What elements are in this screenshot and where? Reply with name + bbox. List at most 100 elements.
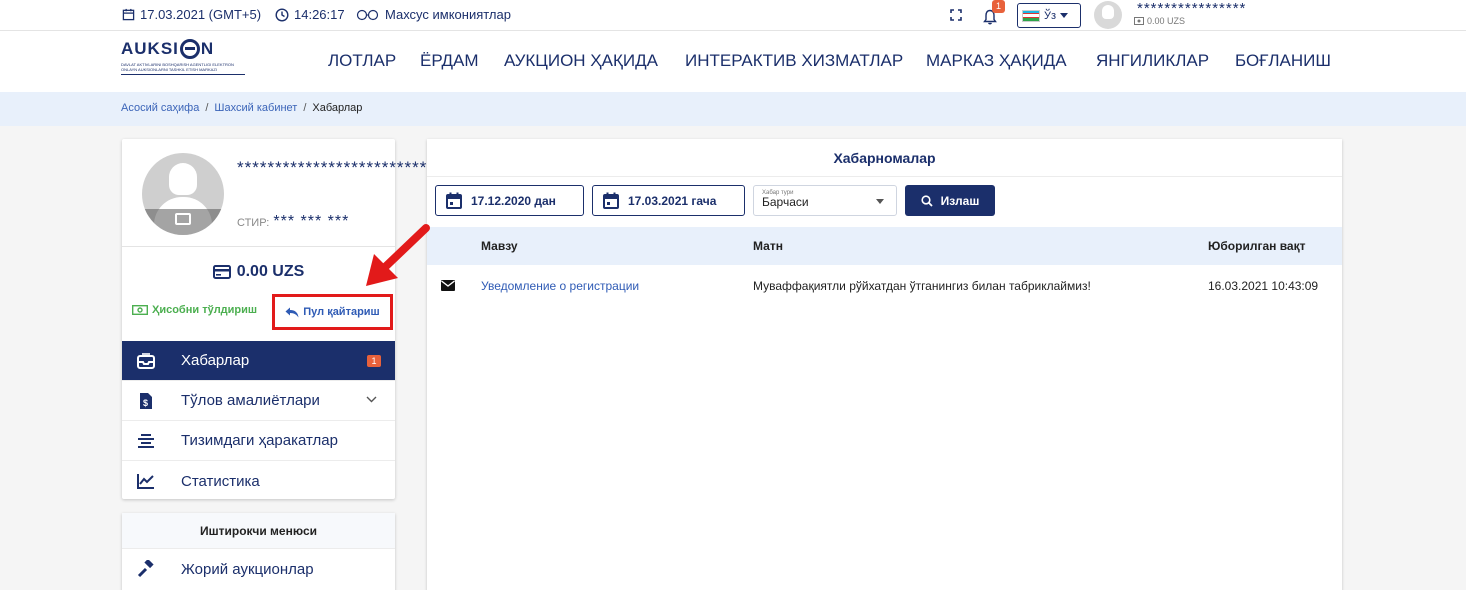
logo-text-right: N (200, 39, 215, 58)
notifications-panel: Хабарномалар 17.12.2020 дан 17.03.2021 г… (427, 139, 1342, 590)
balance-value: 0.00 UZS (236, 263, 305, 280)
credit-card-icon (212, 265, 231, 279)
search-label: Излаш (940, 193, 980, 208)
caret-down-icon (876, 199, 884, 204)
menu-item-label: Тўлов амалиётлари (181, 392, 320, 409)
invoice-icon: $ (136, 391, 156, 411)
notification-badge: 1 (992, 0, 1005, 13)
chevron-down-icon (366, 396, 377, 403)
menu-item-statistics[interactable]: Статистика (122, 461, 395, 501)
date-to-value: 17.03.2021 гача (628, 193, 717, 208)
inbox-icon (136, 351, 156, 371)
column-sent-time: Юборилган вақт (1208, 239, 1306, 253)
main-navbar: AUKSI N DAVLAT AKTIVLARINI BOSHQARISH AG… (0, 31, 1466, 92)
menu-item-label: Жорий аукционлар (181, 560, 314, 578)
search-button[interactable]: Излаш (905, 185, 995, 216)
current-time: 14:26:17 (294, 7, 345, 22)
chart-icon (136, 471, 156, 491)
stir-label: СТИР: (237, 217, 270, 229)
svg-text:$: $ (143, 398, 148, 408)
chevron-down-icon (1060, 13, 1069, 18)
calendar-icon (122, 8, 135, 21)
user-balance-value: 0.00 UZS (1147, 16, 1186, 26)
stir-value: *** *** *** (273, 213, 350, 230)
menu-item-payments[interactable]: $ Тўлов амалиётлари (122, 381, 395, 421)
cabinet-menu: Хабарлар 1 $ Тўлов амалиётлари Тизимдаги… (122, 341, 395, 501)
nav-about-auction[interactable]: АУКЦИОН ҲАҚИДА (504, 51, 658, 71)
avatar[interactable] (1094, 1, 1122, 29)
table-row[interactable]: Уведомление о регистрации Муваффақиятли … (427, 265, 1342, 305)
breadcrumb-current: Хабарлар (312, 102, 363, 114)
date-from-picker[interactable]: 17.12.2020 дан (435, 185, 584, 216)
row-subject[interactable]: Уведомление о регистрации (481, 279, 639, 293)
user-name[interactable]: **************** (1137, 0, 1246, 17)
glasses-icon (356, 9, 379, 20)
column-subject: Мавзу (481, 239, 518, 253)
cash-icon (132, 305, 148, 315)
clock-icon (275, 7, 289, 22)
envelope-icon (441, 280, 455, 294)
date-to-picker[interactable]: 17.03.2021 гача (592, 185, 745, 216)
date-from-value: 17.12.2020 дан (471, 193, 556, 208)
panel-title: Хабарномалар (427, 139, 1342, 177)
menu-item-system-actions[interactable]: Тизимдаги ҳаракатлар (122, 421, 395, 461)
date-display: 17.03.2021 (GMT+5) (122, 7, 261, 22)
current-date: 17.03.2021 (GMT+5) (140, 7, 262, 22)
breadcrumb-home[interactable]: Асосий саҳифа (121, 102, 199, 114)
profile-card: ************************************* СТ… (122, 139, 519, 501)
logo-text-left: AUKSI (121, 39, 179, 58)
refund-button[interactable]: Пул қайтариш (272, 294, 393, 330)
logo-wordmark: AUKSI N (121, 39, 245, 59)
nav-interactive-services[interactable]: ИНТЕРАКТИВ ХИЗМАТЛАР (685, 51, 903, 71)
table-header: Мавзу Матн Юборилган вақт (427, 227, 1342, 265)
top-bar: 17.03.2021 (GMT+5) 14:26:17 Махсус имкон… (0, 0, 1466, 31)
wallet-icon (1134, 17, 1144, 25)
divider (122, 246, 395, 247)
breadcrumb-separator: / (205, 102, 209, 114)
nav-lots[interactable]: ЛОТЛАР (328, 51, 396, 71)
refund-label: Пул қайтариш (303, 306, 380, 318)
site-logo[interactable]: AUKSI N DAVLAT AKTIVLARINI BOSHQARISH AG… (121, 39, 245, 85)
fill-account-button[interactable]: Ҳисобни тўлдириш (132, 304, 257, 316)
calendar-icon (446, 192, 462, 209)
list-icon (136, 431, 156, 451)
breadcrumb-separator: / (303, 102, 307, 114)
nav-about-center[interactable]: МАРКАЗ ҲАҚИДА (926, 51, 1067, 71)
profile-avatar[interactable] (142, 153, 224, 235)
fill-account-label: Ҳисобни тўлдириш (152, 304, 258, 316)
nav-help[interactable]: ЁРДАМ (420, 51, 479, 71)
menu-item-messages[interactable]: Хабарлар 1 (122, 341, 395, 381)
messages-badge: 1 (367, 355, 381, 367)
logo-emblem-icon (179, 39, 200, 59)
calendar-icon (603, 192, 619, 209)
participant-menu-title: Иштирокчи менюси (122, 513, 395, 549)
profile-stir: СТИР: *** *** *** (237, 213, 349, 231)
column-text: Матн (753, 239, 783, 253)
nav-contact[interactable]: БОҒЛАНИШ (1235, 51, 1331, 71)
menu-item-label: Тизимдаги ҳаракатлар (181, 432, 338, 449)
profile-name: ************************************* (237, 158, 519, 177)
logo-underline (121, 74, 245, 75)
avatar-head (169, 163, 197, 195)
menu-item-label: Статистика (181, 472, 260, 490)
breadcrumb: Асосий саҳифа / Шахсий кабинет / Хабарлар (0, 92, 1466, 126)
accessibility-link[interactable]: Махсус имкониятлар (356, 7, 511, 22)
menu-item-label: Хабарлар (181, 352, 250, 369)
row-text: Муваффақиятли рўйхатдан ўтганингиз билан… (753, 279, 1091, 293)
logo-subtitle: DAVLAT AKTIVLARINI BOSHQARISH AGENTLIGI … (121, 62, 234, 72)
message-type-select[interactable]: Хабар тури Барчаси (753, 185, 897, 216)
time-display: 14:26:17 (275, 7, 345, 22)
gavel-icon (136, 559, 156, 579)
breadcrumb-cabinet[interactable]: Шахсий кабинет (214, 102, 297, 114)
balance-display: 0.00 UZS (122, 263, 395, 281)
fullscreen-button[interactable] (946, 5, 966, 25)
row-sent-time: 16.03.2021 10:43:09 (1208, 279, 1319, 293)
flag-uz-icon (1022, 9, 1040, 22)
camera-icon (175, 213, 191, 225)
nav-news[interactable]: ЯНГИЛИКЛАР (1096, 51, 1209, 71)
language-select[interactable]: Ўз (1017, 3, 1081, 28)
menu-item-current-auctions[interactable]: Жорий аукционлар (122, 549, 395, 589)
annotation-arrow-icon (366, 224, 430, 286)
user-balance: 0.00 UZS (1134, 16, 1185, 26)
accessibility-label: Махсус имкониятлар (385, 7, 511, 22)
